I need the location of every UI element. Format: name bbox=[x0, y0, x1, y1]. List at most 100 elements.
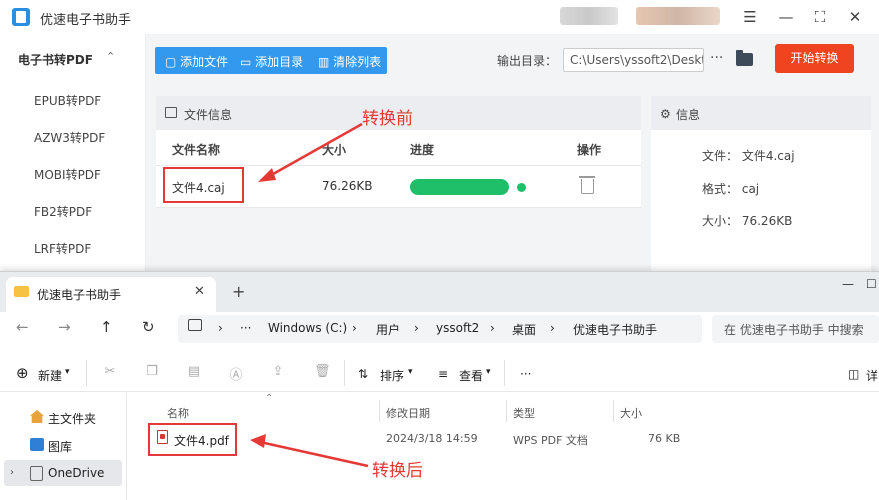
copy-icon[interactable]: ❐ bbox=[144, 364, 160, 380]
menu-icon[interactable]: ☰ bbox=[740, 7, 760, 27]
more-commands-button[interactable]: ··· bbox=[520, 367, 531, 381]
view-icon: ≡ bbox=[438, 367, 449, 381]
chevron-down-icon: ▾ bbox=[486, 367, 491, 377]
maximize-button[interactable]: ⛶ bbox=[810, 7, 830, 27]
breadcrumb-sep: › bbox=[352, 321, 357, 335]
monitor-icon bbox=[188, 319, 202, 331]
column-divider[interactable] bbox=[506, 400, 507, 422]
new-tab-button[interactable]: + bbox=[232, 282, 245, 301]
clear-list-label: 清除列表 bbox=[333, 55, 382, 69]
breadcrumb-more[interactable]: ··· bbox=[240, 321, 251, 335]
sidebar-group-ebook-to-pdf[interactable]: 电子书转PDF bbox=[18, 51, 93, 68]
sidebar-item-fb2[interactable]: FB2转PDF bbox=[34, 203, 92, 220]
highlight-box-before bbox=[163, 167, 244, 203]
output-dir-label: 输出目录： bbox=[497, 54, 558, 68]
breadcrumb-sep: › bbox=[218, 321, 223, 335]
blurred-user-info bbox=[560, 7, 618, 25]
gear-icon: ⚙ bbox=[660, 107, 671, 121]
done-status-icon bbox=[517, 183, 526, 192]
sort-button[interactable]: 排序 bbox=[380, 367, 404, 384]
more-options-button[interactable]: ··· bbox=[710, 50, 723, 66]
divider bbox=[344, 360, 345, 386]
explorer-minimize-button[interactable]: — bbox=[842, 277, 854, 291]
onedrive-icon bbox=[30, 466, 43, 481]
divider bbox=[504, 360, 505, 386]
add-file-button[interactable]: ▢ 添加文件 bbox=[165, 53, 228, 70]
row-divider bbox=[156, 207, 641, 208]
close-button[interactable]: ✕ bbox=[845, 7, 865, 27]
view-button[interactable]: 查看 bbox=[459, 367, 483, 384]
sidebar-item-epub[interactable]: EPUB转PDF bbox=[34, 92, 101, 109]
breadcrumb-desktop[interactable]: 桌面 bbox=[512, 321, 536, 338]
breadcrumb-user[interactable]: yssoft2 bbox=[436, 321, 479, 335]
info-title: 信息 bbox=[676, 108, 701, 122]
list-header-type[interactable]: 类型 bbox=[513, 405, 535, 421]
sidebar-item-mobi[interactable]: MOBI转PDF bbox=[34, 166, 101, 183]
column-divider[interactable] bbox=[613, 400, 614, 422]
sidebar-item-azw3[interactable]: AZW3转PDF bbox=[34, 129, 105, 146]
file-modified: 2024/3/18 14:59 bbox=[386, 432, 478, 445]
info-value: 76.26KB bbox=[741, 214, 793, 228]
folder-icon[interactable] bbox=[736, 50, 753, 66]
annotation-arrow-after bbox=[250, 434, 369, 468]
image-icon bbox=[165, 107, 177, 118]
info-label: 格式： bbox=[702, 182, 739, 196]
divider bbox=[86, 360, 87, 386]
explorer-maximize-button[interactable]: ☐ bbox=[866, 277, 877, 291]
chevron-down-icon: ▾ bbox=[65, 367, 70, 377]
back-arrow-icon[interactable]: ← bbox=[16, 318, 29, 336]
expand-chevron-icon[interactable]: › bbox=[10, 467, 14, 478]
nav-item-home[interactable]: 主文件夹 bbox=[48, 410, 96, 427]
info-row-size: 大小： 76.26KB bbox=[702, 212, 792, 229]
cut-icon[interactable]: ✂ bbox=[102, 364, 118, 380]
nav-item-gallery[interactable]: 图库 bbox=[48, 438, 72, 455]
file-size: 76 KB bbox=[648, 432, 681, 445]
clear-list-button[interactable]: ▥ 清除列表 bbox=[318, 53, 381, 70]
list-header-size[interactable]: 大小 bbox=[620, 405, 642, 421]
plus-circle-icon: ⊕ bbox=[16, 364, 29, 382]
details-button[interactable]: 详 bbox=[866, 367, 878, 384]
col-header-name: 文件名称 bbox=[172, 143, 221, 157]
sidebar bbox=[0, 34, 146, 274]
highlight-box-after bbox=[148, 423, 237, 456]
breadcrumb-sep: › bbox=[550, 321, 555, 335]
paste-icon[interactable]: ▤ bbox=[186, 364, 202, 380]
trash-icon[interactable] bbox=[579, 176, 595, 194]
blurred-account bbox=[636, 7, 720, 25]
list-header-modified[interactable]: 修改日期 bbox=[386, 405, 430, 421]
minimize-button[interactable]: — bbox=[776, 7, 796, 27]
annotation-arrow-before bbox=[258, 122, 363, 182]
new-button[interactable]: 新建 bbox=[38, 367, 62, 384]
breadcrumb-drive[interactable]: Windows (C:) bbox=[268, 321, 347, 335]
start-convert-button[interactable]: 开始转换 bbox=[775, 44, 854, 73]
nav-item-onedrive[interactable]: OneDrive bbox=[48, 466, 104, 480]
add-dir-label: 添加目录 bbox=[255, 55, 304, 69]
share-icon[interactable]: ⇪ bbox=[270, 364, 286, 380]
gallery-icon bbox=[30, 438, 44, 451]
app-logo-icon bbox=[12, 8, 30, 26]
add-dir-button[interactable]: ▭ 添加目录 bbox=[240, 53, 303, 70]
list-header-name[interactable]: 名称 bbox=[167, 405, 189, 421]
col-header-progress: 进度 bbox=[410, 143, 435, 157]
up-arrow-icon[interactable]: ↑ bbox=[100, 318, 113, 336]
column-divider[interactable] bbox=[379, 400, 380, 422]
breadcrumb-sep: › bbox=[414, 321, 419, 335]
refresh-icon[interactable]: ↻ bbox=[142, 318, 155, 336]
sort-icon: ⇅ bbox=[358, 367, 369, 381]
file-info-title: 文件信息 bbox=[184, 108, 233, 122]
breadcrumb-users[interactable]: 用户 bbox=[376, 321, 400, 338]
forward-arrow-icon[interactable]: → bbox=[58, 318, 71, 336]
rename-icon[interactable]: Ⓐ bbox=[228, 364, 244, 383]
col-header-action: 操作 bbox=[577, 143, 602, 157]
tab-close-icon[interactable]: ✕ bbox=[194, 284, 205, 299]
delete-icon[interactable]: 🗑 bbox=[314, 364, 331, 380]
sidebar-item-lrf[interactable]: LRF转PDF bbox=[34, 240, 91, 257]
output-dir-input[interactable]: C:\Users\yssoft2\Deskto bbox=[563, 48, 704, 72]
chevron-up-icon[interactable]: ⌃ bbox=[106, 50, 115, 63]
info-label: 大小： bbox=[702, 214, 739, 228]
annotation-after: 转换后 bbox=[372, 461, 423, 481]
folder-icon bbox=[14, 286, 29, 297]
explorer-tab-label: 优速电子书助手 bbox=[37, 288, 122, 302]
details-pane-icon: ◫ bbox=[848, 367, 860, 381]
breadcrumb-folder[interactable]: 优速电子书助手 bbox=[573, 321, 657, 338]
